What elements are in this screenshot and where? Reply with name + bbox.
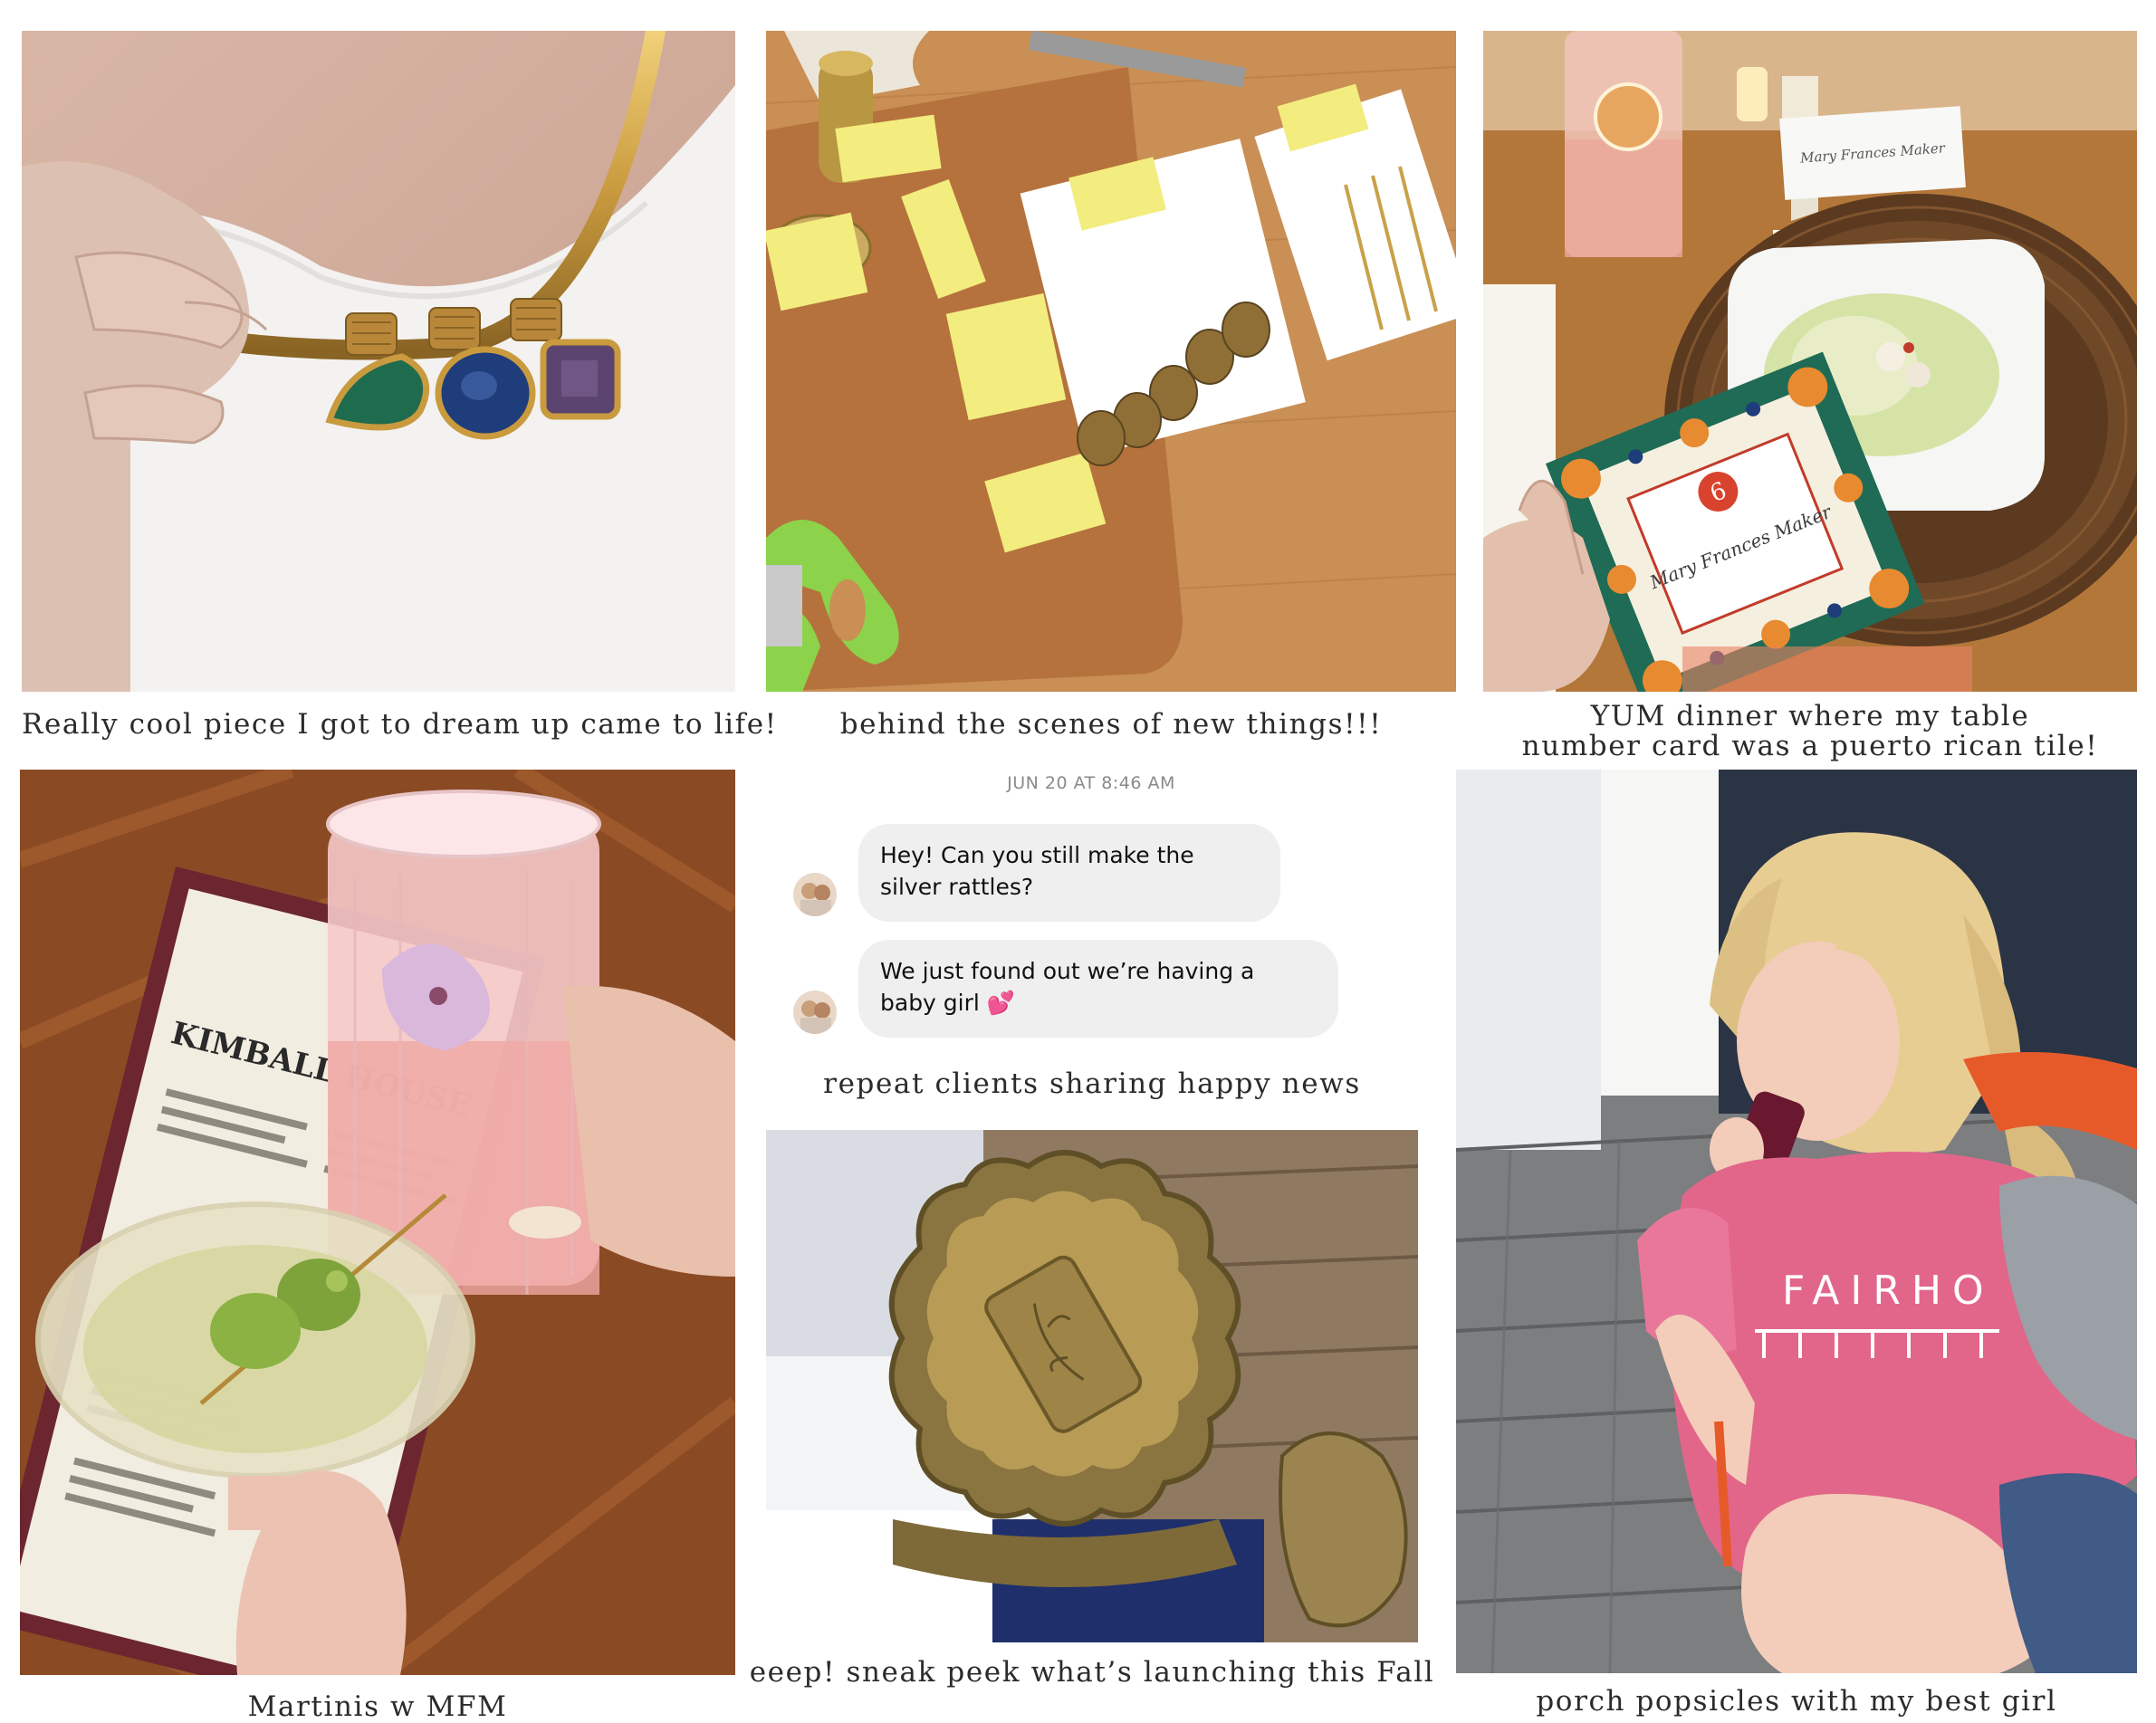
caption-martinis: Martinis w MFM	[247, 1690, 508, 1723]
caption-popsicle: porch popsicles with my best girl	[1536, 1685, 2057, 1718]
photo-martinis: KIMBALL HOUSE	[20, 770, 735, 1675]
avatar	[793, 991, 837, 1034]
caption-necklace: Really cool piece I got to dream up came…	[22, 708, 778, 741]
caption-workbench: behind the scenes of new things!!!	[839, 708, 1383, 741]
caption-dinner-line2: number card was a puerto rican tile!	[1521, 730, 2099, 762]
photo-dinner: 6 Mary Frances Maker Mary Frances Maker	[1483, 31, 2137, 692]
message-timestamp: JUN 20 AT 8:46 AM	[1007, 773, 1175, 793]
caption-messages: repeat clients sharing happy news	[823, 1067, 1361, 1100]
caption-sneak-peek: eeep! sneak peek what’s launching this F…	[749, 1656, 1435, 1689]
message-bubble-1[interactable]: Hey! Can you still make the silver rattl…	[858, 824, 1280, 922]
photo-necklace	[22, 31, 735, 692]
message-bubble-2[interactable]: We just found out we’re having a baby gi…	[858, 940, 1338, 1038]
photo-workbench	[766, 31, 1456, 692]
photo-popsicle: FAIRHO	[1456, 770, 2137, 1673]
photo-sneak-peek	[766, 1130, 1418, 1642]
shirt-text: FAIRHO	[1782, 1268, 1995, 1314]
avatar	[793, 873, 837, 916]
caption-dinner-line1: YUM dinner where my table	[1590, 700, 2030, 732]
